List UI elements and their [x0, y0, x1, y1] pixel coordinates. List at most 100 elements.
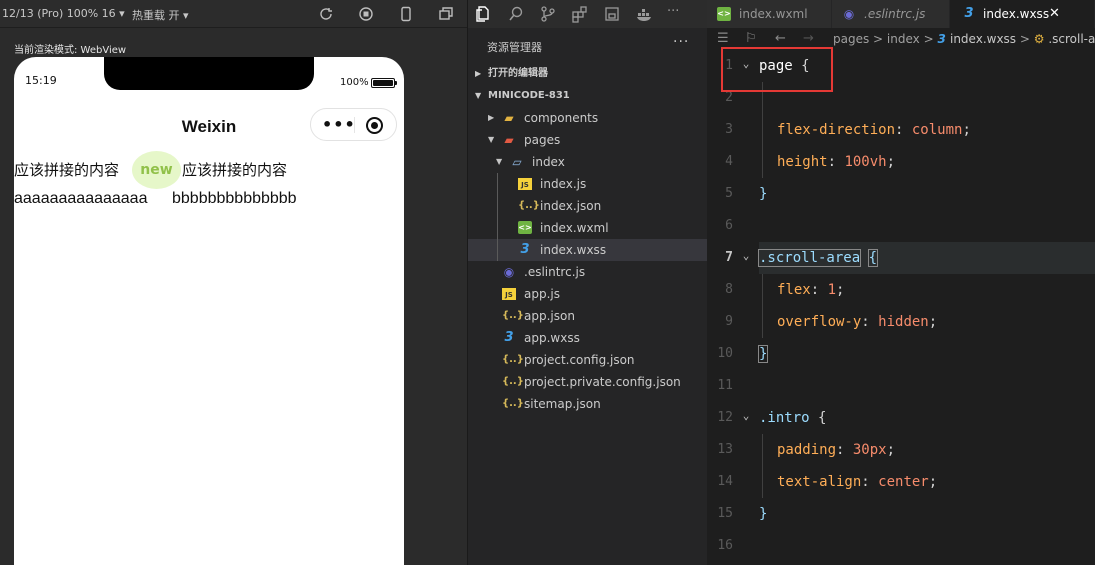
- wxml-icon: <>: [518, 221, 532, 234]
- tree-item-pages[interactable]: ▼ ▰ pages: [468, 129, 708, 151]
- wxss-icon: 3: [504, 330, 514, 345]
- simulator-pane: 12/13 (Pro) 100% 16 ▾ 热重载 开 ▾ 当前渲染模式: We…: [0, 0, 467, 565]
- project-section[interactable]: ▼ MINICODE-831: [468, 85, 708, 107]
- tab-index-wxml[interactable]: <> index.wxml: [707, 0, 832, 28]
- code-line-13: padding: 30px;: [777, 442, 896, 458]
- tree-item-components[interactable]: ▶ ▰ components: [468, 107, 708, 129]
- folder-red-icon: ▰: [504, 133, 514, 147]
- code-line-4: height: 100vh;: [777, 154, 896, 170]
- battery-percent: 100%: [340, 77, 369, 88]
- text-right: 应该拼接的内容: [182, 161, 288, 179]
- chevron-down-icon: ▼: [488, 135, 495, 144]
- files-icon[interactable]: [475, 5, 493, 23]
- wxml-icon: <>: [717, 7, 731, 21]
- code-line-15: }: [759, 506, 768, 522]
- phone-icon[interactable]: [398, 6, 414, 22]
- text-left: 应该拼接的内容: [14, 161, 120, 179]
- tree-item-project-private-config[interactable]: {..} project.private.config.json: [468, 371, 708, 393]
- breadcrumb-pages[interactable]: pages: [833, 32, 869, 46]
- line-number: 10: [717, 346, 733, 361]
- tree-item-app-json[interactable]: {..} app.json: [468, 305, 708, 327]
- tab-eslintrc[interactable]: ◉ .eslintrc.js: [832, 0, 950, 28]
- code-line-5: }: [759, 186, 768, 202]
- content-line-1: 应该拼接的内容 new 应该拼接的内容: [14, 151, 404, 189]
- activity-bar: ···: [468, 0, 708, 28]
- simulator-toolbar: 12/13 (Pro) 100% 16 ▾ 热重载 开 ▾: [0, 0, 467, 28]
- docker-icon[interactable]: [635, 5, 653, 23]
- debug-icon[interactable]: [603, 5, 621, 23]
- phone-notch: [104, 57, 314, 90]
- hot-reload-toggle[interactable]: 热重载 开 ▾: [132, 7, 189, 23]
- explorer-title: 资源管理器: [487, 41, 542, 54]
- text-a: aaaaaaaaaaaaaaa: [14, 190, 148, 207]
- extensions-icon[interactable]: [571, 5, 589, 23]
- breadcrumb-index[interactable]: index: [887, 32, 920, 46]
- open-editors-section[interactable]: ▶ 打开的编辑器: [468, 63, 708, 85]
- status-time: 15:19: [25, 74, 57, 87]
- wxss-icon: 3: [520, 242, 530, 257]
- tree-item-index-wxml[interactable]: <> index.wxml: [468, 217, 708, 239]
- capsule-menu[interactable]: •••: [310, 108, 397, 141]
- breadcrumb-path: pages > index > 3 index.wxss > ⚙ .scroll…: [833, 32, 1095, 46]
- selector-icon: ⚙: [1033, 32, 1049, 46]
- close-tab-icon[interactable]: ✕: [1049, 0, 1060, 28]
- capsule-divider: [354, 117, 355, 133]
- tree-item-app-wxss[interactable]: 3 app.wxss: [468, 327, 708, 349]
- json-icon: {..}: [502, 310, 524, 321]
- device-selector[interactable]: 12/13 (Pro) 100% 16 ▾: [2, 7, 125, 20]
- chevron-right-icon: ▶: [475, 69, 482, 78]
- source-control-icon[interactable]: [539, 5, 557, 23]
- code-line-8: flex: 1;: [777, 282, 845, 298]
- ide-window: 12/13 (Pro) 100% 16 ▾ 热重载 开 ▾ 当前渲染模式: We…: [0, 0, 1095, 565]
- tree-item-index-json[interactable]: {..} index.json: [468, 195, 708, 217]
- code-line-9: overflow-y: hidden;: [777, 314, 938, 330]
- line-number: 3: [725, 122, 733, 137]
- fold-chevron-icon[interactable]: ⌄: [739, 402, 753, 434]
- close-miniprogram-icon[interactable]: [366, 117, 383, 134]
- code-line-14: text-align: center;: [777, 474, 938, 490]
- more-actions-icon[interactable]: ···: [667, 5, 685, 23]
- search-icon[interactable]: [507, 5, 525, 23]
- more-dots-icon[interactable]: •••: [322, 115, 356, 134]
- js-icon: JS: [518, 178, 532, 190]
- eslint-icon: ◉: [843, 7, 855, 21]
- breadcrumb-symbol[interactable]: .scroll-a: [1048, 32, 1095, 46]
- json-icon: {..}: [518, 200, 540, 211]
- tree-item-eslintrc[interactable]: ◉ .eslintrc.js: [468, 261, 708, 283]
- refresh-icon[interactable]: [318, 6, 334, 22]
- tree-item-index-wxss[interactable]: 3 index.wxss: [468, 239, 708, 261]
- line-number-active: 7: [725, 250, 733, 265]
- popout-icon[interactable]: [438, 6, 454, 22]
- json-icon: {..}: [502, 398, 524, 409]
- wxss-icon: 3: [964, 6, 974, 21]
- battery-icon: [371, 78, 397, 88]
- stop-icon[interactable]: [358, 6, 374, 22]
- fold-chevron-icon[interactable]: ⌄: [739, 242, 753, 274]
- line-number: 5: [725, 186, 733, 201]
- tree-item-index-js[interactable]: JS index.js: [468, 173, 708, 195]
- tree-item-project-config[interactable]: {..} project.config.json: [468, 349, 708, 371]
- render-mode-label: 当前渲染模式: WebView: [14, 45, 127, 56]
- line-number: 4: [725, 154, 733, 169]
- tree-item-sitemap[interactable]: {..} sitemap.json: [468, 393, 708, 415]
- line-number: 8: [725, 282, 733, 297]
- json-icon: {..}: [502, 354, 524, 365]
- tab-index-wxss[interactable]: 3 index.wxss ✕: [950, 0, 1095, 28]
- tree-item-index-folder[interactable]: ▼ ▱ index: [468, 151, 708, 173]
- tree-item-app-js[interactable]: JS app.js: [468, 283, 708, 305]
- line-number: 12: [717, 410, 733, 425]
- code-line-3: flex-direction: column;: [777, 122, 971, 138]
- folder-icon: ▰: [504, 111, 514, 125]
- explorer-pane: ··· 资源管理器 ··· ▶ 打开的编辑器 ▼ MINICODE-831 ▶ …: [467, 0, 708, 565]
- battery-fill: [373, 80, 393, 86]
- phone-screen: 15:19 100% Weixin ••• 应该拼接的内容 new 应该拼接的内…: [14, 57, 404, 565]
- text-b: bbbbbbbbbbbbbb: [172, 190, 297, 207]
- code-line-12: .intro {: [759, 410, 827, 426]
- line-number: 6: [725, 218, 733, 233]
- breadcrumb-file[interactable]: index.wxss: [950, 32, 1016, 46]
- explorer-more-icon[interactable]: ···: [673, 34, 689, 50]
- editor-pane: <> index.wxml ◉ .eslintrc.js 3 index.wxs…: [707, 0, 1095, 565]
- code-area[interactable]: 1 2 3 4 5 6 7 8 9 10 11 12 13 14 15 16 ⌄…: [707, 50, 1095, 565]
- eslint-icon: ◉: [503, 265, 515, 279]
- json-icon: {..}: [502, 376, 524, 387]
